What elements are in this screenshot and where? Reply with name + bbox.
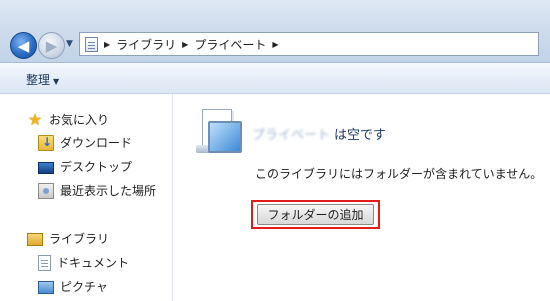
recent-places-icon: [38, 182, 54, 199]
libraries-icon: [27, 233, 43, 246]
library-path-icon: [85, 36, 98, 52]
breadcrumb-separator-icon[interactable]: ▶: [272, 40, 278, 49]
nav-libraries-label: ライブラリ: [49, 232, 110, 246]
organize-label: 整理: [26, 73, 51, 87]
nav-libraries[interactable]: ライブラリ: [27, 230, 109, 247]
empty-title-suffix: は空です: [334, 128, 387, 143]
nav-favorites-label: お気に入り: [49, 113, 110, 127]
address-path-box[interactable]: ▶ ライブラリ ▶ プライベート ▶: [79, 32, 539, 56]
breadcrumb-libraries[interactable]: ライブラリ: [116, 36, 176, 53]
content-pane: プライベート は空です このライブラリにはフォルダーが含まれていません。 フォル…: [173, 94, 550, 301]
recent-pages-dropdown-icon[interactable]: ▼: [66, 39, 73, 49]
document-icon: [38, 254, 51, 271]
nav-item-label: ピクチャ: [60, 280, 108, 294]
organize-menu-button[interactable]: 整理 ▼: [26, 71, 59, 88]
back-arrow-icon: ◀: [17, 36, 30, 55]
nav-item-recent-places[interactable]: 最近表示した場所: [38, 182, 156, 199]
empty-library-message: このライブラリにはフォルダーが含まれていません。: [255, 167, 543, 181]
breadcrumb-separator-icon[interactable]: ▶: [104, 40, 110, 49]
nav-favorites[interactable]: ★ お気に入り: [27, 111, 109, 128]
nav-item-downloads[interactable]: ダウンロード: [38, 134, 132, 151]
downloads-folder-icon: [38, 134, 54, 151]
command-bar: 整理 ▼: [0, 63, 550, 94]
nav-item-pictures[interactable]: ピクチャ: [38, 278, 108, 295]
forward-arrow-icon: ▶: [45, 36, 58, 55]
navigation-pane: ★ お気に入り ダウンロード デスクトップ 最近表示した場所 ライブラリ ドキュ…: [0, 94, 173, 301]
back-button[interactable]: ◀: [10, 32, 37, 59]
add-folder-button[interactable]: フォルダーの追加: [257, 204, 374, 225]
breadcrumb-private[interactable]: プライベート: [194, 36, 266, 53]
forward-button[interactable]: ▶: [38, 32, 65, 59]
nav-item-label: 最近表示した場所: [60, 184, 157, 198]
nav-item-label: ドキュメント: [57, 256, 130, 270]
nav-item-documents[interactable]: ドキュメント: [38, 254, 129, 271]
chevron-down-icon: ▼: [53, 77, 60, 86]
desktop-icon: [38, 161, 54, 174]
pictures-icon: [38, 281, 54, 294]
nav-item-desktop[interactable]: デスクトップ: [38, 158, 132, 175]
library-name: プライベート: [252, 128, 331, 143]
library-icon: [194, 109, 242, 159]
breadcrumb-separator-icon[interactable]: ▶: [182, 40, 188, 49]
address-toolbar: ◀ ▶ ▼ ▶ ライブラリ ▶ プライベート ▶: [0, 0, 550, 63]
nav-item-label: ダウンロード: [60, 136, 133, 150]
nav-item-label: デスクトップ: [60, 160, 133, 174]
star-icon: ★: [27, 109, 43, 129]
library-empty-heading: プライベート は空です: [252, 124, 386, 143]
